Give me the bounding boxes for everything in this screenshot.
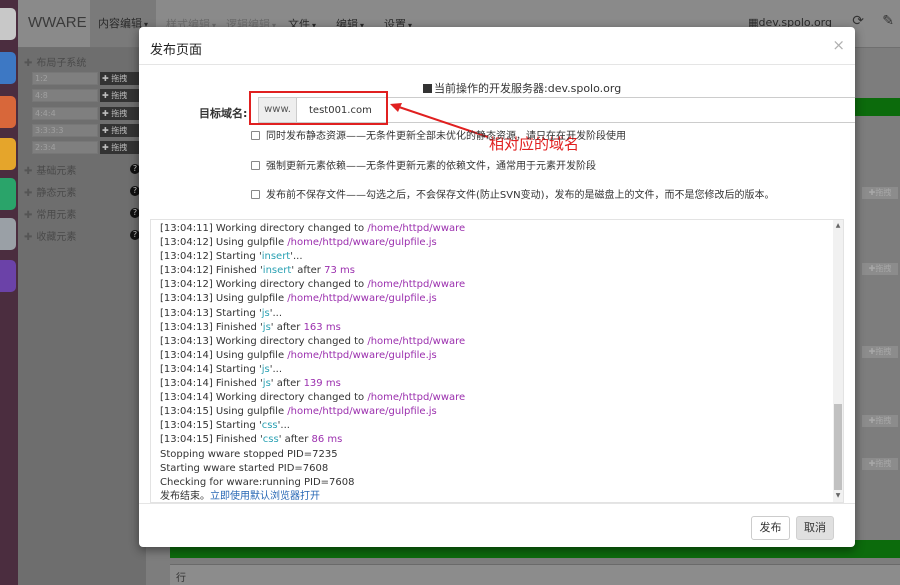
plus-icon: ✚ [24, 166, 33, 177]
log-line: [13:04:12] Starting 'insert'... [160, 251, 303, 263]
publish-button[interactable]: 发布 [751, 516, 790, 540]
log-line: [13:04:12] Using gulpfile /home/httpd/ww… [160, 237, 437, 249]
layout-row: 2:3:4 ✚ 拖拽 [32, 141, 140, 154]
log-line: [13:04:14] Finished 'js' after 139 ms [160, 378, 341, 390]
scroll-down-icon[interactable]: ▼ [834, 492, 842, 499]
canvas-drag-button[interactable]: ✚拖拽 [862, 458, 898, 470]
open-browser-link[interactable]: 立即使用默认浏览器打开 [210, 491, 320, 502]
option-force-update[interactable]: 强制更新元素依赖——无条件更新元素的依赖文件，通常用于元素开发阶段 [251, 157, 596, 172]
log-line: Starting wware started PID=7608 [160, 462, 329, 474]
log-line: Stopping wware stopped PID=7235 [160, 448, 338, 460]
sidebar-section-static[interactable]: ✚ 静态元素 [24, 184, 76, 199]
annotation-highlight-box [249, 91, 388, 125]
log-line: [13:04:12] Finished 'insert' after 73 ms [160, 265, 355, 277]
cancel-button[interactable]: 取消 [796, 516, 834, 540]
option-publish-static[interactable]: 同时发布静态资源——无条件更新全部未优化的静态资源，请只在在开发阶段使用 [251, 127, 626, 142]
move-icon: ✚ [102, 143, 109, 152]
log-line: [13:04:15] Finished 'css' after 86 ms [160, 434, 343, 446]
dialog-footer: 发布 取消 [139, 503, 855, 547]
dialog-title: 发布页面 [150, 43, 203, 58]
move-icon: ✚ [102, 91, 109, 100]
canvas-drag-button[interactable]: ✚拖拽 [862, 187, 898, 199]
log-line: [13:04:13] Finished 'js' after 163 ms [160, 321, 341, 333]
drag-button[interactable]: ✚ 拖拽 [100, 89, 140, 102]
drag-button[interactable]: ✚ 拖拽 [100, 124, 140, 137]
wrench-icon[interactable]: ✎ [882, 13, 894, 29]
canvas-drag-button[interactable]: ✚拖拽 [862, 415, 898, 427]
log-line: [13:04:13] Working directory changed to … [160, 335, 466, 347]
log-line: [13:04:12] Working directory changed to … [160, 279, 466, 291]
element-sidebar: ✚ 布局子系统 1:2 ✚ 拖拽 4:8 ✚ 拖拽 4:4:4 ✚ 拖拽 3:3:3:3… [18, 48, 146, 585]
move-icon: ✚ [102, 74, 109, 83]
launcher-settings-icon[interactable] [0, 218, 16, 250]
publish-log[interactable]: [13:04:11] Working directory changed to … [150, 219, 844, 503]
launcher-office-icon[interactable] [0, 178, 16, 210]
log-line: [13:04:13] Using gulpfile /home/httpd/ww… [160, 293, 437, 305]
layout-row: 4:4:4 ✚ 拖拽 [32, 107, 140, 120]
log-line: [13:04:14] Starting 'js'... [160, 363, 283, 375]
scroll-up-icon[interactable]: ▲ [834, 222, 842, 229]
canvas-bottom-strip: 行 [170, 564, 900, 585]
log-line: [13:04:15] Starting 'css'... [160, 420, 290, 432]
canvas-drag-button[interactable]: ✚拖拽 [862, 346, 898, 358]
layout-row: 1:2 ✚ 拖拽 [32, 72, 140, 85]
close-icon[interactable]: × [832, 36, 845, 54]
sidebar-section-favorites[interactable]: ✚ 收藏元素 [24, 228, 76, 243]
launcher-files-icon[interactable] [0, 96, 16, 128]
canvas-drag-button[interactable]: ✚拖拽 [862, 263, 898, 275]
drag-button[interactable]: ✚ 拖拽 [100, 107, 140, 120]
sidebar-section-basic[interactable]: ✚ 基础元素 [24, 162, 76, 177]
layout-ratio-input[interactable]: 4:4:4 [32, 107, 98, 120]
move-icon: ✚ [102, 126, 109, 135]
layout-row: 3:3:3:3 ✚ 拖拽 [32, 124, 140, 137]
launcher-terminal-icon[interactable] [0, 260, 16, 292]
drag-button[interactable]: ✚ 拖拽 [100, 141, 140, 154]
log-line: [13:04:11] Working directory changed to … [160, 223, 466, 234]
log-line: [13:04:14] Using gulpfile /home/httpd/ww… [160, 349, 437, 361]
launcher-app-icon[interactable] [0, 138, 16, 170]
plus-icon: ✚ [24, 58, 33, 69]
plus-icon: ✚ [24, 188, 33, 199]
plus-icon: ✚ [24, 232, 33, 243]
launcher-dash-icon[interactable] [0, 8, 16, 40]
plus-icon: ✚ [24, 210, 33, 221]
checkbox[interactable] [251, 190, 260, 199]
server-info: 当前操作的开发服务器:dev.spolo.org [423, 80, 621, 96]
layout-ratio-input[interactable]: 2:3:4 [32, 141, 98, 154]
log-line: 发布结束。立即使用默认浏览器打开 [160, 490, 320, 502]
drag-button[interactable]: ✚ 拖拽 [100, 72, 140, 85]
layout-ratio-input[interactable]: 4:8 [32, 89, 98, 102]
checkbox[interactable] [251, 161, 260, 170]
scrollbar-thumb[interactable] [834, 404, 842, 490]
move-icon: ✚ [102, 109, 109, 118]
dialog-header: 发布页面 × [139, 27, 855, 65]
log-line: [13:04:14] Working directory changed to … [160, 392, 466, 404]
sidebar-section-layout[interactable]: ✚ 布局子系统 [24, 54, 86, 69]
app-brand: WWARE [28, 14, 87, 31]
layout-row: 4:8 ✚ 拖拽 [32, 89, 140, 102]
publish-dialog: 发布页面 × 当前操作的开发服务器:dev.spolo.org 目标域名: ww… [139, 27, 855, 547]
server-icon [423, 84, 432, 93]
log-line: [13:04:13] Starting 'js'... [160, 307, 283, 319]
log-line: [13:04:15] Using gulpfile /home/httpd/ww… [160, 406, 437, 418]
log-line: Checking for wware:running PID=7608 [160, 476, 355, 488]
launcher-browser-icon[interactable] [0, 52, 16, 84]
layout-ratio-input[interactable]: 3:3:3:3 [32, 124, 98, 137]
option-no-save[interactable]: 发布前不保存文件——勾选之后，不会保存文件(防止SVN变动)，发布的是磁盘上的文… [251, 186, 774, 201]
layout-ratio-input[interactable]: 1:2 [32, 72, 98, 85]
ubuntu-launcher [0, 0, 18, 585]
log-scrollbar[interactable]: ▲ ▼ [833, 220, 843, 502]
sidebar-section-common[interactable]: ✚ 常用元素 [24, 206, 76, 221]
checkbox[interactable] [251, 131, 260, 140]
domain-label: 目标域名: [199, 107, 248, 120]
